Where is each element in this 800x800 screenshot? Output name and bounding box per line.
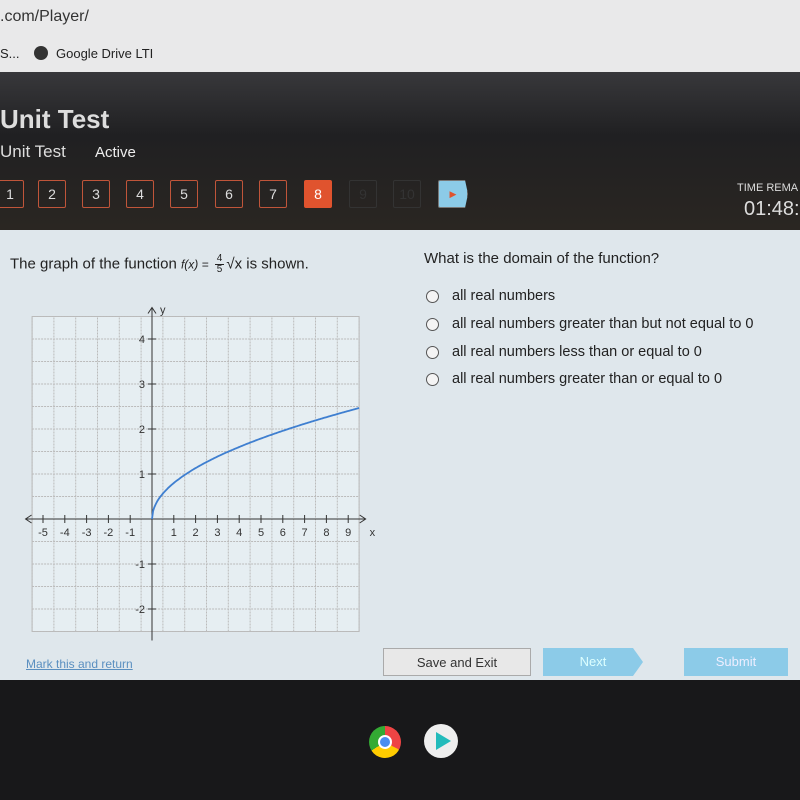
time-value: 01:48: [744, 198, 800, 220]
function-graph: -5 -4 -3 -2 -1 1 2 3 4 5 6 7 8 9 -2 -1 1 2 3 4 x y [24, 305, 376, 641]
y-tick-label: -2 [135, 604, 145, 616]
x-tick-label: -4 [60, 527, 70, 539]
q-sqrt: √x [226, 255, 243, 273]
radio-button[interactable] [426, 372, 439, 386]
x-tick-label: 8 [323, 527, 329, 539]
next-button[interactable]: Next [543, 648, 643, 676]
y-axis-label: y [160, 305, 166, 317]
question-button-5[interactable]: 5 [170, 180, 198, 208]
bookmark-google-drive[interactable]: Google Drive LTI [34, 46, 153, 61]
next-question-arrow-icon[interactable]: ▶ [438, 180, 468, 208]
x-tick-label: 7 [302, 527, 308, 539]
bookmark[interactable]: S... [0, 46, 20, 61]
question-prompt: What is the domain of the function? [424, 250, 660, 267]
page-title: Unit Test [0, 104, 110, 130]
answer-option[interactable]: all real numbers less than or equal to 0 [426, 344, 702, 360]
play-store-icon[interactable] [424, 724, 458, 758]
x-tick-label: 4 [236, 527, 242, 539]
answer-option[interactable]: all real numbers greater than but not eq… [426, 316, 753, 332]
answer-option[interactable]: all real numbers [426, 288, 555, 304]
radio-button[interactable] [426, 317, 439, 331]
google-drive-icon [34, 46, 48, 60]
submit-button[interactable]: Submit [684, 648, 788, 676]
option-label: all real numbers less than or equal to 0 [452, 344, 702, 360]
x-tick-label: 1 [171, 527, 177, 539]
question-button-2[interactable]: 2 [38, 180, 66, 208]
option-label: all real numbers [452, 288, 556, 304]
x-tick-label: 2 [193, 527, 199, 539]
url-bar[interactable]: .com/Player/ [0, 8, 89, 26]
time-label: TIME REMA [737, 182, 799, 194]
browser-bar: .com/Player/ S... Google Drive LTI [0, 0, 800, 72]
fraction: 45 [214, 253, 225, 275]
numerator: 4 [216, 253, 223, 264]
x-tick-label: -2 [104, 527, 114, 539]
question-button-3[interactable]: 3 [82, 180, 110, 208]
denominator: 5 [214, 264, 225, 275]
radio-button[interactable] [426, 289, 439, 303]
mark-and-return-link[interactable]: Mark this and return [26, 657, 133, 671]
x-tick-label: 6 [280, 527, 286, 539]
test-name: Unit Test [0, 142, 66, 161]
x-tick-label: 5 [258, 527, 264, 539]
bookmark-label: Google Drive LTI [56, 46, 154, 61]
question-button-6[interactable]: 6 [215, 180, 243, 208]
question-button-9[interactable]: 9 [349, 180, 377, 208]
q-suffix: is shown. [246, 255, 309, 273]
option-label: all real numbers greater than or equal t… [452, 371, 723, 387]
x-tick-label: -3 [82, 527, 92, 539]
y-tick-label: 2 [139, 424, 145, 436]
y-tick-label: 1 [139, 469, 145, 481]
x-tick-label: -5 [38, 527, 48, 539]
answer-option[interactable]: all real numbers greater than or equal t… [426, 371, 722, 387]
option-label: all real numbers greater than but not eq… [452, 316, 754, 332]
question-text: The graph of the function f(x) = 4 5 √x is… [10, 254, 309, 275]
save-exit-button[interactable]: Save and Exit [383, 648, 531, 676]
q-func: f(x) = [180, 257, 209, 272]
chrome-icon[interactable] [369, 726, 401, 758]
question-button-4[interactable]: 4 [126, 180, 154, 208]
q-prefix: The graph of the function [10, 255, 177, 273]
question-button-10[interactable]: 10 [393, 180, 421, 208]
y-tick-label: 4 [139, 334, 145, 346]
x-tick-label: 3 [214, 527, 220, 539]
y-tick-label: 3 [139, 379, 145, 391]
y-tick-label: -1 [135, 559, 145, 571]
x-tick-label: 9 [345, 527, 351, 539]
x-tick-label: -1 [125, 527, 135, 539]
radio-button[interactable] [426, 345, 439, 359]
question-button-1[interactable]: 1 [0, 180, 24, 208]
question-button-7[interactable]: 7 [259, 180, 287, 208]
status-label: Active [95, 144, 136, 161]
x-axis-label: x [370, 527, 376, 539]
question-button-8[interactable]: 8 [304, 180, 332, 208]
